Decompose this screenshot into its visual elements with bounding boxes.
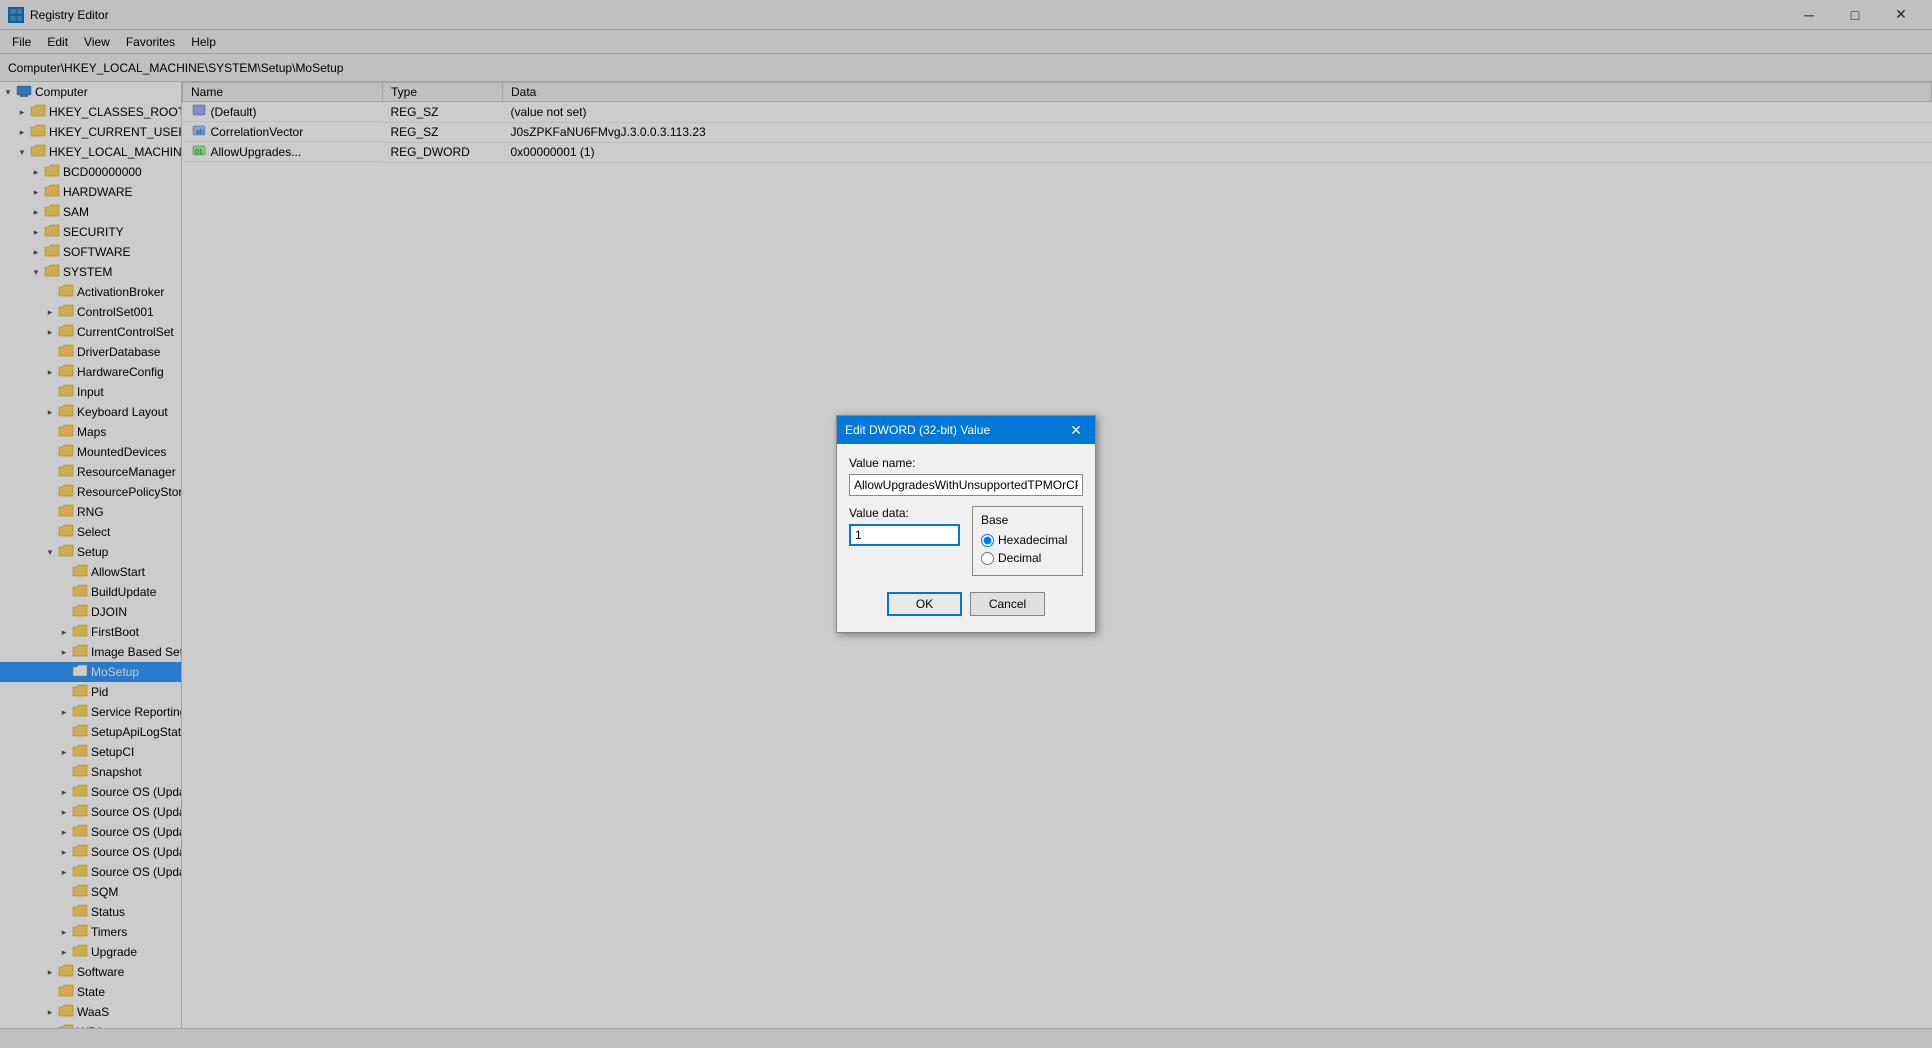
ok-button[interactable]: OK (887, 592, 962, 616)
hex-radio-row: Hexadecimal (981, 533, 1074, 547)
value-data-label: Value data: (849, 506, 960, 520)
hex-radio[interactable] (981, 534, 994, 547)
value-name-label: Value name: (849, 456, 1083, 470)
modal-buttons: OK Cancel (849, 586, 1083, 620)
modal-overlay: Edit DWORD (32-bit) Value ✕ Value name: … (0, 0, 1932, 1048)
dec-radio-row: Decimal (981, 551, 1074, 565)
dec-label: Decimal (998, 551, 1041, 565)
value-data-input[interactable] (849, 524, 960, 546)
modal-dialog: Edit DWORD (32-bit) Value ✕ Value name: … (836, 415, 1096, 633)
value-name-input (849, 474, 1083, 496)
base-section: Base Hexadecimal Decimal (972, 506, 1083, 576)
cancel-button[interactable]: Cancel (970, 592, 1045, 616)
value-data-section: Value data: (849, 506, 960, 576)
dec-radio[interactable] (981, 552, 994, 565)
modal-body: Value name: Value data: Base Hexadecimal (837, 444, 1095, 632)
modal-title-bar: Edit DWORD (32-bit) Value ✕ (837, 416, 1095, 444)
modal-title: Edit DWORD (32-bit) Value (845, 423, 990, 437)
modal-data-row: Value data: Base Hexadecimal Decimal (849, 506, 1083, 576)
modal-close-button[interactable]: ✕ (1065, 419, 1087, 441)
hex-label: Hexadecimal (998, 533, 1067, 547)
base-label: Base (981, 513, 1074, 527)
